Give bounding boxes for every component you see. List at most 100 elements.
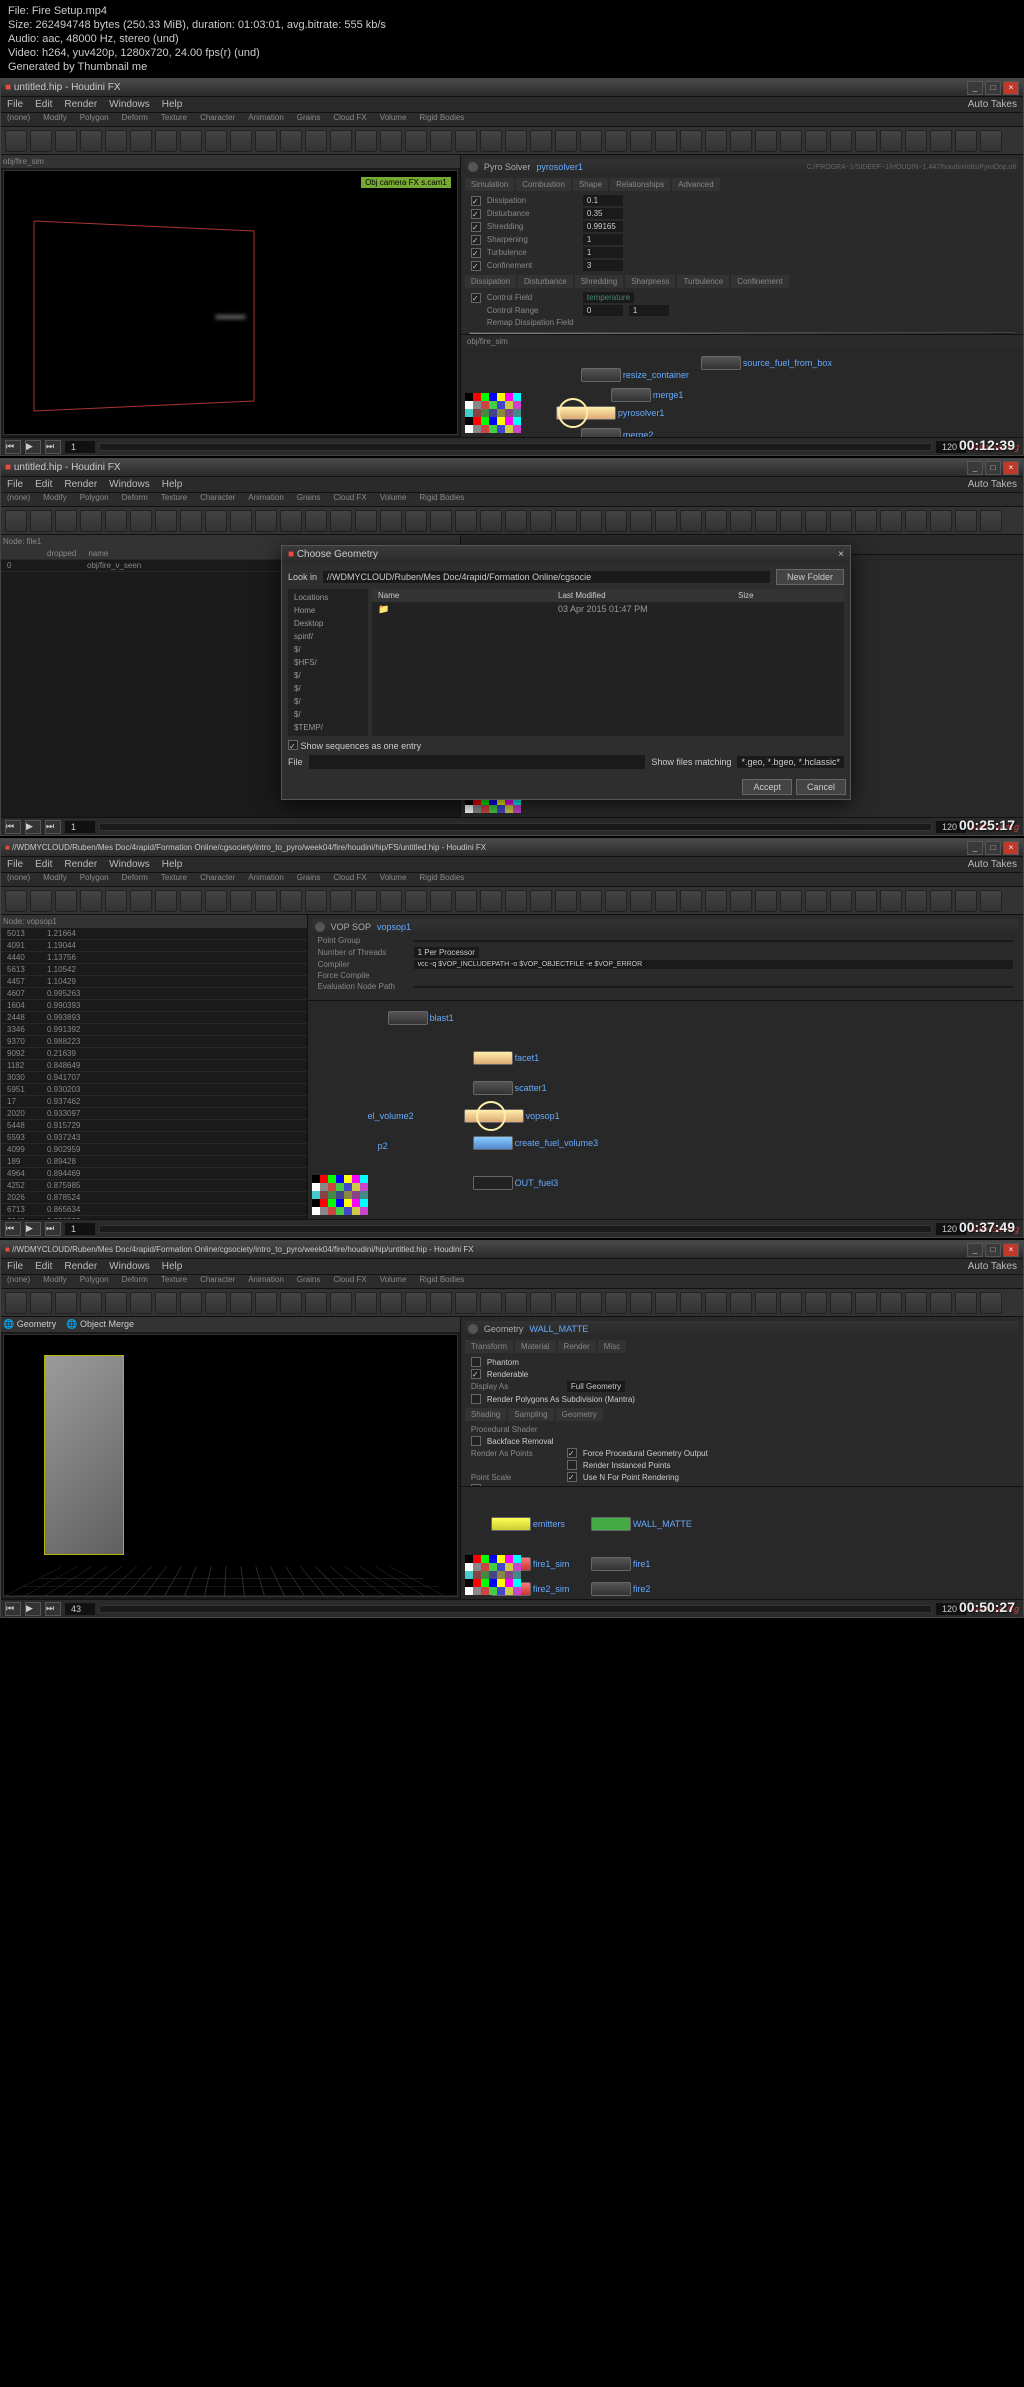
cell[interactable]: 0.937243: [41, 1132, 86, 1143]
cell[interactable]: 0.991392: [41, 1024, 86, 1035]
color-swatch[interactable]: [465, 409, 473, 417]
minimize-button[interactable]: _: [967, 1243, 983, 1257]
control-field-value[interactable]: temperature: [583, 292, 634, 303]
color-swatch[interactable]: [513, 401, 521, 409]
cell[interactable]: 3346: [1, 1024, 41, 1035]
shelf-tab[interactable]: Polygon: [74, 493, 115, 506]
toolbar-icon[interactable]: [830, 510, 852, 532]
menu-render[interactable]: Render: [64, 1261, 97, 1272]
lookin-path[interactable]: //WDMYCLOUD/Ruben/Mes Doc/4rapid/Formati…: [323, 571, 770, 583]
cell[interactable]: 0.941707: [41, 1072, 86, 1083]
cell[interactable]: 3030: [1, 1072, 41, 1083]
toolbar-icon[interactable]: [230, 130, 252, 152]
cell[interactable]: 0.988223: [41, 1036, 86, 1047]
toolbar-icon[interactable]: [30, 1292, 52, 1314]
toolbar-icon[interactable]: [180, 510, 202, 532]
shelf-tab[interactable]: (none): [1, 113, 36, 126]
node-label[interactable]: merge2: [623, 430, 654, 437]
param-name[interactable]: WALL_MATTE: [529, 1324, 588, 1334]
color-swatch[interactable]: [497, 425, 505, 433]
toolbar-icon[interactable]: [705, 510, 727, 532]
color-swatch[interactable]: [481, 1587, 489, 1595]
close-button[interactable]: ×: [1003, 461, 1019, 475]
toolbar-icon[interactable]: [480, 890, 502, 912]
node-label[interactable]: create_fuel_volume3: [515, 1138, 599, 1148]
val[interactable]: 1 Per Processor: [414, 947, 479, 958]
toolbar-icon[interactable]: [705, 130, 727, 152]
color-swatch[interactable]: [489, 1571, 497, 1579]
toolbar-icon[interactable]: [405, 510, 427, 532]
cell[interactable]: 0.858595: [41, 1216, 86, 1219]
color-swatch[interactable]: [513, 1571, 521, 1579]
node-label[interactable]: OUT_fuel3: [515, 1178, 559, 1188]
toolbar-icon[interactable]: [930, 510, 952, 532]
color-swatch[interactable]: [465, 417, 473, 425]
color-swatch[interactable]: [320, 1175, 328, 1183]
toolbar-icon[interactable]: [330, 130, 352, 152]
param-check[interactable]: [471, 248, 481, 258]
color-swatch[interactable]: [513, 805, 521, 813]
network-view[interactable]: blast1 facet1 scatter1 el_volume2 vopsop…: [308, 1001, 1023, 1219]
color-swatch[interactable]: [336, 1191, 344, 1199]
toolbar-icon[interactable]: [505, 1292, 527, 1314]
color-swatch[interactable]: [360, 1175, 368, 1183]
tab-objmerge[interactable]: 🌐 Object Merge: [66, 1319, 134, 1330]
color-swatch[interactable]: [336, 1199, 344, 1207]
color-swatch[interactable]: [352, 1175, 360, 1183]
shelf-tab[interactable]: (none): [1, 493, 36, 506]
cell[interactable]: 189: [1, 1156, 41, 1167]
toolbar-icon[interactable]: [555, 130, 577, 152]
toolbar-icon[interactable]: [655, 1292, 677, 1314]
toolbar-icon[interactable]: [505, 890, 527, 912]
scene-viewport[interactable]: [3, 1334, 458, 1597]
toolbar-icon[interactable]: [880, 1292, 902, 1314]
shelf-tab[interactable]: Animation: [242, 113, 290, 126]
toolbar-icon[interactable]: [305, 890, 327, 912]
shelf-tab[interactable]: Animation: [242, 873, 290, 886]
toolbar-icon[interactable]: [230, 890, 252, 912]
param-value[interactable]: 0.1: [583, 195, 623, 206]
color-swatch[interactable]: [465, 805, 473, 813]
shelf-tab[interactable]: Deform: [116, 493, 154, 506]
cell[interactable]: 4607: [1, 988, 41, 999]
timeline-slider[interactable]: [99, 823, 932, 831]
color-swatch[interactable]: [497, 1579, 505, 1587]
toolbar-icon[interactable]: [405, 890, 427, 912]
toolbar-icon[interactable]: [730, 510, 752, 532]
shelf-tab[interactable]: Deform: [116, 1275, 154, 1288]
param-tab[interactable]: Material: [515, 1340, 555, 1353]
toolbar-icon[interactable]: [530, 1292, 552, 1314]
color-swatch[interactable]: [489, 425, 497, 433]
tab[interactable]: Geometry: [556, 1408, 603, 1421]
color-swatch[interactable]: [352, 1207, 360, 1215]
cell[interactable]: 0.89428: [41, 1156, 82, 1167]
tab[interactable]: Shading: [465, 1408, 506, 1421]
color-swatch[interactable]: [328, 1207, 336, 1215]
color-swatch[interactable]: [328, 1175, 336, 1183]
toolbar-icon[interactable]: [855, 510, 877, 532]
color-swatch[interactable]: [360, 1207, 368, 1215]
cell[interactable]: 2940: [1, 1216, 41, 1219]
timeline-play[interactable]: ▶: [25, 820, 41, 834]
toolbar-icon[interactable]: [155, 890, 177, 912]
toolbar-icon[interactable]: [730, 890, 752, 912]
shelf-tab[interactable]: Grains: [291, 873, 327, 886]
cell[interactable]: 0.990393: [41, 1000, 86, 1011]
path-field[interactable]: obj/fire_sim: [3, 157, 44, 166]
maximize-button[interactable]: □: [985, 81, 1001, 95]
toolbar-icon[interactable]: [255, 130, 277, 152]
frame-field[interactable]: 1: [65, 821, 95, 833]
accept-btn[interactable]: Accept: [742, 779, 792, 795]
cell[interactable]: 9370: [1, 1036, 41, 1047]
toolbar-icon[interactable]: [980, 1292, 1002, 1314]
control-range-max[interactable]: 1: [629, 305, 669, 316]
toolbar-icon[interactable]: [430, 1292, 452, 1314]
param-tab[interactable]: Render: [558, 1340, 596, 1353]
toolbar-icon[interactable]: [580, 1292, 602, 1314]
toolbar-icon[interactable]: [580, 890, 602, 912]
toolbar-icon[interactable]: [505, 510, 527, 532]
toolbar-icon[interactable]: [180, 890, 202, 912]
color-swatch[interactable]: [505, 1555, 513, 1563]
val[interactable]: [414, 986, 1013, 988]
maximize-button[interactable]: □: [985, 1243, 1001, 1257]
